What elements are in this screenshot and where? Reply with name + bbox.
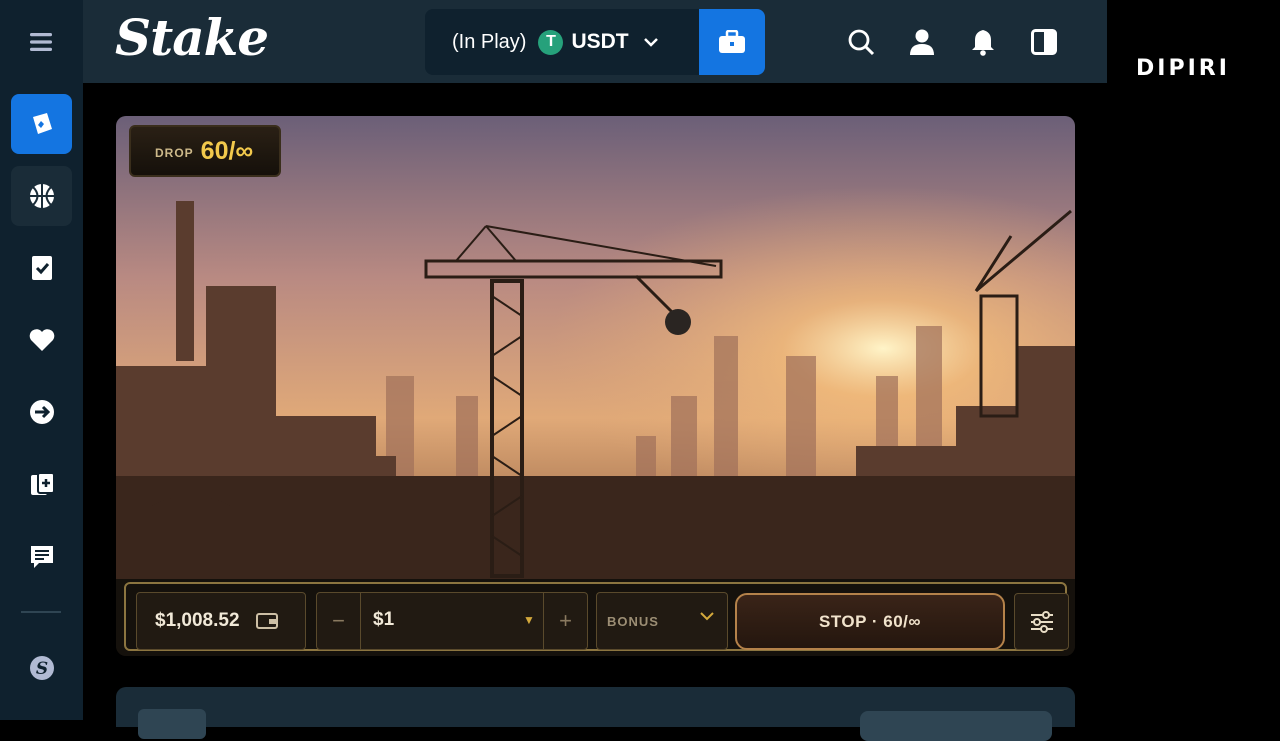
bet-increase-button[interactable]: + <box>543 593 587 649</box>
hamburger-icon <box>30 33 52 51</box>
wallet-icon <box>719 30 745 53</box>
game-scene-image <box>116 116 1075 581</box>
profile-button[interactable] <box>902 22 942 62</box>
sidebar-item-recent[interactable] <box>11 382 72 442</box>
bonus-dropdown[interactable]: BONUS <box>596 592 728 650</box>
chevron-down-icon <box>700 612 714 621</box>
bet-amount-value[interactable]: $1 <box>373 609 394 631</box>
bet-amount-control: − $1 ▼ + <box>316 592 588 650</box>
menu-toggle-button[interactable] <box>21 23 61 61</box>
cards-icon <box>32 113 52 134</box>
user-icon <box>910 29 934 55</box>
cards-plus-icon <box>30 472 55 495</box>
search-icon <box>848 29 875 56</box>
sidebar-item-sports[interactable] <box>11 166 72 226</box>
chevron-down-icon <box>643 38 658 47</box>
stake-s-icon: S <box>29 656 54 680</box>
wallet-icon <box>255 613 278 629</box>
sidebar-item-my-bets[interactable] <box>11 526 72 586</box>
sidebar-item-favourites[interactable] <box>11 310 72 370</box>
sliders-icon <box>1030 610 1053 633</box>
balance-value: $1,008.52 <box>155 610 240 631</box>
chat-sidebar-toggle[interactable] <box>1024 22 1064 62</box>
controls-frame: $1,008.52 − $1 ▼ + BONUS STOP · 60/∞ <box>124 582 1069 651</box>
checklist-icon <box>31 256 52 280</box>
heart-icon <box>29 329 54 351</box>
drop-value: 60/∞ <box>200 136 254 165</box>
game-controls-bar: $1,008.52 − $1 ▼ + BONUS STOP · 60/∞ <box>116 579 1075 656</box>
arrow-right-icon <box>29 400 54 424</box>
sidebar-divider <box>21 611 61 613</box>
drop-counter-badge: DROP 60/∞ <box>129 125 281 177</box>
sidebar-item-bets[interactable] <box>11 238 72 298</box>
bet-decrease-button[interactable]: − <box>317 593 361 649</box>
svg-text:S: S <box>35 659 47 679</box>
sidebar-item-challenges[interactable] <box>11 454 72 514</box>
notes-icon <box>30 546 53 568</box>
top-header: Stake (In Play) T USDT <box>83 0 1107 83</box>
game-info-panel <box>116 687 1075 741</box>
balance-display: $1,008.52 <box>136 592 306 650</box>
game-settings-button[interactable] <box>1014 593 1069 650</box>
tether-icon: T <box>538 29 564 55</box>
wallet-currency: USDT <box>571 30 629 53</box>
notifications-button[interactable] <box>963 22 1003 62</box>
sidebar-item-stake-originals[interactable]: S <box>11 638 72 698</box>
watermark-text: DIPIRI <box>1136 56 1230 81</box>
game-window: DROP 60/∞ $1,008.52 − $1 ▼ + BONUS STOP … <box>116 116 1075 656</box>
info-tab[interactable] <box>138 709 206 739</box>
drop-label: DROP <box>155 146 194 160</box>
wallet-button[interactable] <box>699 9 765 75</box>
stop-autoplay-button[interactable]: STOP · 60/∞ <box>735 593 1005 650</box>
info-pill[interactable] <box>860 711 1052 741</box>
bonus-label: BONUS <box>607 613 659 629</box>
sidebar: S <box>0 0 83 720</box>
bet-dropdown-caret-icon[interactable]: ▼ <box>523 613 535 627</box>
basketball-icon <box>29 184 54 208</box>
search-button[interactable] <box>841 22 881 62</box>
sidebar-panel-icon <box>1031 29 1057 55</box>
bell-icon <box>972 30 994 56</box>
wallet-status: (In Play) <box>452 30 527 53</box>
wallet-currency-selector[interactable]: (In Play) T USDT <box>425 9 699 75</box>
stop-button-label: STOP · 60/∞ <box>818 611 922 631</box>
sidebar-item-casino[interactable] <box>11 94 72 154</box>
stake-logo[interactable]: Stake <box>115 8 269 67</box>
